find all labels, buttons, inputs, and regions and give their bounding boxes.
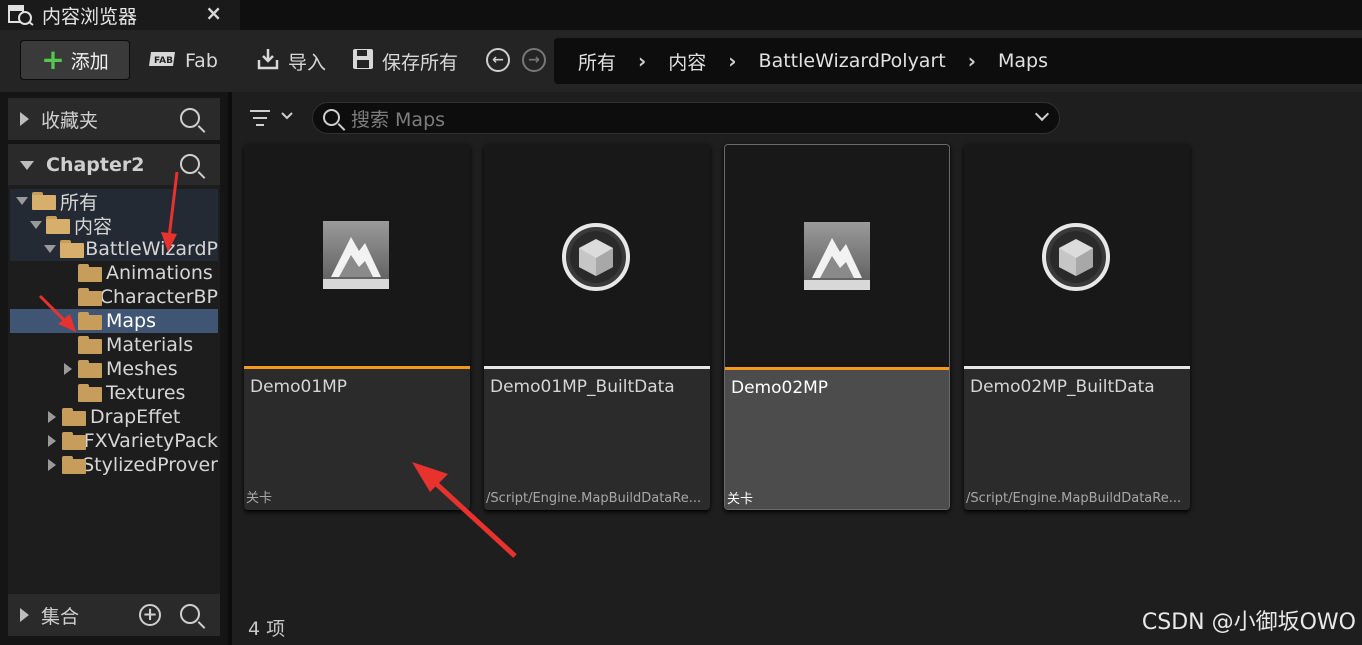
annotation-arrow <box>412 462 517 558</box>
annotation-arrow <box>161 171 179 252</box>
annotation-arrow <box>38 294 76 332</box>
annotation-arrows <box>38 171 517 558</box>
